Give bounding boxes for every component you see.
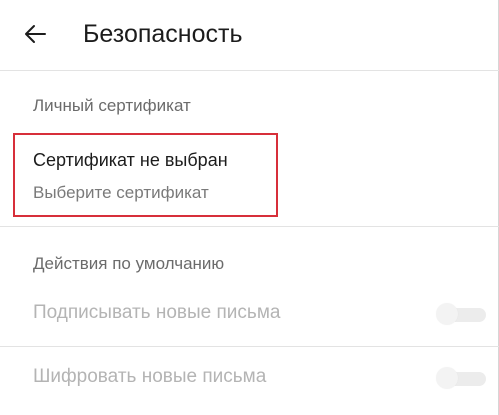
- page-title: Безопасность: [83, 20, 243, 48]
- select-certificate-item[interactable]: [23, 133, 277, 217]
- setting-row-encrypt-new-letters[interactable]: Шифровать новые письма: [0, 350, 499, 406]
- setting-label-sign: Подписывать новые письма: [33, 302, 281, 323]
- sign-toggle[interactable]: [436, 303, 486, 325]
- security-settings-screen: Безопасность Личный сертификат Сертифика…: [0, 0, 499, 415]
- setting-row-sign-new-letters[interactable]: Подписывать новые письма: [0, 286, 499, 342]
- section-label-default-actions: Действия по умолчанию: [33, 254, 225, 273]
- setting-label-encrypt: Шифровать новые письма: [33, 366, 267, 387]
- certificate-status: Сертификат не выбран: [33, 150, 228, 170]
- back-button[interactable]: [24, 14, 68, 54]
- encrypt-toggle[interactable]: [436, 367, 486, 389]
- arrow-left-icon: [25, 25, 46, 43]
- app-header: Безопасность: [0, 0, 499, 70]
- section-divider: [0, 226, 499, 227]
- toggle-thumb: [436, 303, 458, 325]
- header-divider: [0, 70, 499, 71]
- toggle-thumb: [436, 367, 458, 389]
- select-certificate-hint: Выберите сертификат: [33, 183, 209, 202]
- section-label-personal-certificate: Личный сертификат: [33, 96, 191, 115]
- row-divider: [0, 346, 499, 347]
